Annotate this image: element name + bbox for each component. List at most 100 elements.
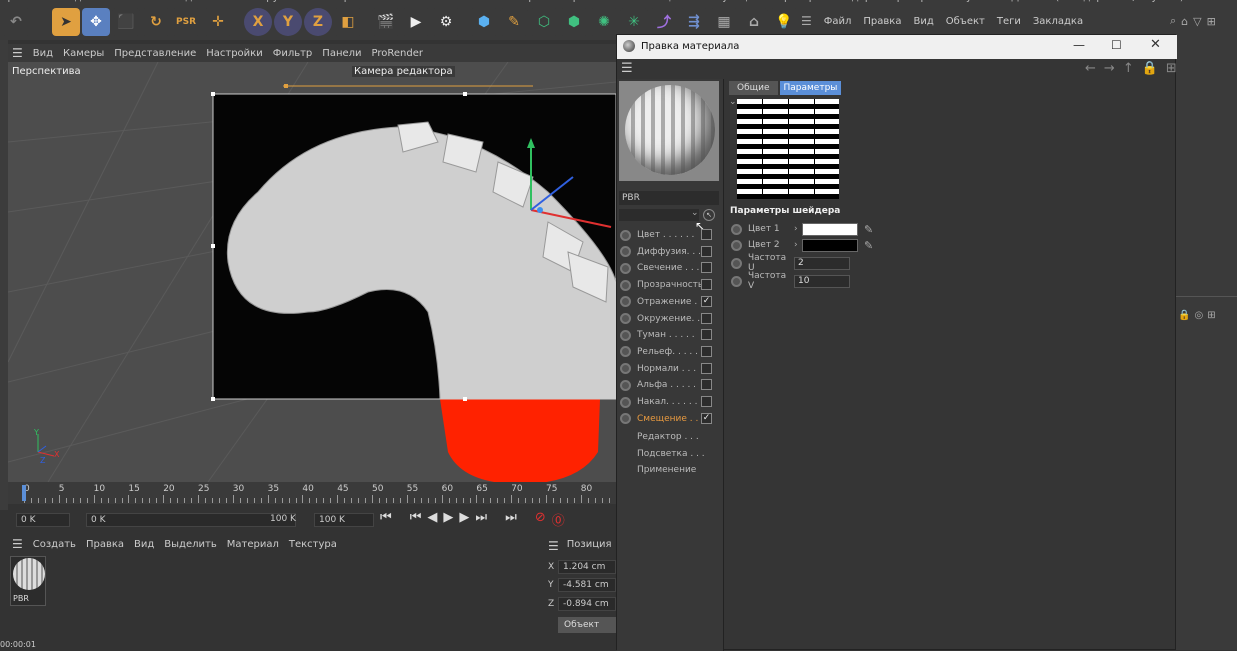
viewport-menu-view[interactable]: Вид — [33, 48, 53, 59]
viewport-menu-filter[interactable]: Фильтр — [273, 48, 313, 59]
render-view-icon[interactable]: 🎬 — [372, 8, 400, 36]
top-menu-item[interactable]: Сплайн — [386, 0, 425, 3]
current-frame-field[interactable]: 0 K — [86, 513, 296, 527]
matmgr-menu-edit[interactable]: Правка — [86, 539, 124, 550]
field-icon[interactable]: ✳ — [620, 8, 648, 36]
close-icon[interactable]: ✕ — [1150, 37, 1161, 52]
home-icon[interactable]: ⌂ — [1181, 15, 1188, 28]
link-illumination[interactable]: Подсветка . . . — [637, 446, 705, 463]
animate-dot-icon[interactable] — [731, 239, 742, 251]
first-key-icon[interactable]: ⏮ — [410, 510, 422, 529]
eyedropper-icon[interactable]: ✎ — [864, 239, 873, 252]
channel-row[interactable]: Свечение . . . — [617, 260, 725, 276]
channel-row[interactable]: Цвет . . . . . . — [617, 227, 725, 243]
channel-label[interactable]: Смещение . . — [637, 414, 707, 424]
world-coordinates-icon[interactable]: ◧ — [334, 8, 362, 36]
coord-y-field[interactable]: -4.581 cm — [558, 578, 616, 592]
material-preview[interactable] — [619, 81, 719, 181]
objmgr-menu-file[interactable]: Файл — [824, 16, 852, 27]
channel-dot-icon[interactable] — [620, 346, 631, 358]
material-thumbnail[interactable]: PBR — [10, 556, 46, 606]
lock-icon[interactable]: 🔒 — [1178, 310, 1190, 321]
objmgr-menu-tags[interactable]: Теги — [997, 16, 1021, 27]
select-tool-icon[interactable]: ➤ — [52, 8, 80, 36]
channel-row[interactable]: Диффузия. . . — [617, 244, 725, 260]
top-menu-item[interactable]: MoGraph — [496, 0, 541, 3]
render-settings-icon[interactable]: ⚙ — [432, 8, 460, 36]
channel-dot-icon[interactable] — [620, 313, 631, 324]
channel-row[interactable]: Альфа . . . . . — [617, 377, 725, 393]
eyedropper-icon[interactable]: ✎ — [864, 223, 873, 236]
objmgr-menu-edit[interactable]: Правка — [863, 16, 901, 27]
preview-dropdown[interactable] — [619, 209, 699, 221]
channel-row[interactable]: Окружение. . — [617, 311, 725, 327]
animate-dot-icon[interactable] — [731, 223, 742, 235]
cube-icon[interactable]: ⬢ — [470, 8, 498, 36]
tab-basic[interactable]: Общие — [729, 81, 778, 95]
channel-label[interactable]: Прозрачность — [637, 280, 707, 290]
back-arrow-icon[interactable]: ← — [1085, 61, 1096, 76]
floor-icon[interactable]: ▦ — [710, 8, 738, 36]
coord-z-field[interactable]: -0.894 cm — [558, 597, 616, 611]
channel-row[interactable]: Прозрачность — [617, 277, 725, 293]
channel-checkbox[interactable] — [701, 262, 712, 274]
new-window-icon[interactable]: ⊞ — [1166, 61, 1177, 76]
color2-swatch[interactable] — [802, 238, 858, 252]
top-menu-item[interactable]: Выделить — [170, 0, 222, 3]
channel-checkbox[interactable] — [701, 396, 712, 407]
channel-row[interactable]: Смещение . . ✓ — [617, 411, 725, 427]
next-frame-icon[interactable]: ▶ — [459, 510, 469, 529]
chevron-down-icon[interactable]: ⌄ — [691, 208, 699, 218]
channel-dot-icon[interactable] — [620, 413, 631, 425]
channel-row[interactable]: Накал. . . . . . — [617, 394, 725, 410]
up-arrow-icon[interactable]: ↑ — [1123, 61, 1134, 76]
channel-checkbox[interactable] — [701, 345, 712, 357]
chevron-right-icon[interactable]: › — [794, 240, 802, 250]
channel-label[interactable]: Рельеф. . . . . — [637, 347, 707, 357]
top-menu-item[interactable]: Компоновка: — [1202, 0, 1237, 3]
array-icon[interactable]: ⬢ — [560, 8, 588, 36]
objmgr-menu-object[interactable]: Объект — [946, 16, 985, 27]
freq-v-field[interactable]: 10 — [794, 274, 850, 288]
matmgr-menu-texture[interactable]: Текстура — [289, 539, 337, 550]
coordinate-system-icon[interactable]: PSR — [172, 8, 200, 36]
coord-mode-dropdown[interactable]: Объект — [558, 617, 616, 633]
channel-checkbox[interactable] — [701, 279, 712, 291]
new-window-icon[interactable]: ⊞ — [1207, 310, 1215, 321]
channel-label[interactable]: Накал. . . . . . — [637, 397, 707, 407]
channel-row[interactable]: Нормали . . . — [617, 361, 725, 377]
channel-dot-icon[interactable] — [620, 246, 631, 258]
top-menu-item[interactable]: Анимация — [630, 0, 683, 3]
channel-checkbox[interactable] — [701, 245, 712, 257]
channel-checkbox[interactable]: ✓ — [701, 412, 712, 424]
color1-swatch[interactable] — [802, 222, 858, 236]
channel-label[interactable]: Диффузия. . . — [637, 247, 707, 257]
viewport-perspective[interactable]: Перспектива Камера редактора Y X Z — [8, 62, 616, 482]
max-frame-field[interactable]: 100 K — [314, 513, 374, 527]
rotate-tool-icon[interactable]: ↻ — [142, 8, 170, 36]
channel-dot-icon[interactable] — [620, 363, 631, 375]
channel-label[interactable]: Свечение . . . — [637, 263, 707, 273]
last-key-icon[interactable]: ⏭ — [475, 510, 487, 529]
hamburger-icon[interactable]: ☰ — [548, 539, 559, 553]
light-icon[interactable]: 💡 — [770, 8, 798, 36]
viewport-menu-panels[interactable]: Панели — [322, 48, 361, 59]
playhead[interactable] — [22, 485, 26, 501]
scale-tool-icon[interactable]: ⬛ — [112, 8, 140, 36]
link-editor[interactable]: Редактор . . . — [637, 429, 705, 446]
matmgr-menu-material[interactable]: Материал — [227, 539, 279, 550]
viewport-menu-options[interactable]: Настройки — [206, 48, 262, 59]
top-menu-item[interactable]: Персонаж — [559, 0, 612, 3]
minimize-icon[interactable]: — — [1073, 38, 1085, 52]
scene-icon[interactable]: ⇶ — [680, 8, 708, 36]
subdivision-icon[interactable]: ⬡ — [530, 8, 558, 36]
channel-checkbox[interactable] — [701, 312, 712, 324]
z-axis-lock-icon[interactable]: Z — [304, 8, 332, 36]
top-menu-item[interactable]: Правка — [0, 0, 38, 3]
lock-icon[interactable]: 🔒 — [1142, 61, 1158, 76]
channel-checkbox[interactable] — [701, 229, 712, 240]
collapse-chevron-icon[interactable]: ⌄ — [729, 97, 737, 107]
channel-checkbox[interactable] — [701, 329, 712, 341]
channel-checkbox[interactable] — [701, 362, 712, 374]
chevron-right-icon[interactable]: › — [794, 224, 802, 234]
